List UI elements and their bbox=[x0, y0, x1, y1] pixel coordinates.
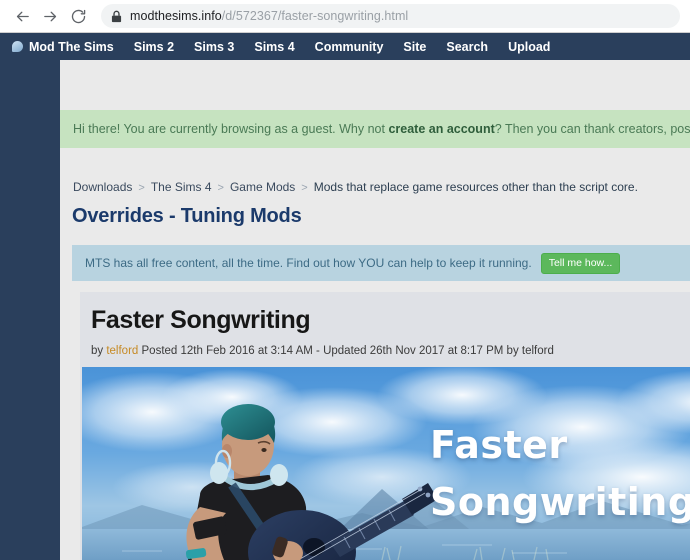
site-brand-label: Mod The Sims bbox=[29, 39, 114, 54]
back-button[interactable] bbox=[8, 2, 36, 30]
reload-button[interactable] bbox=[64, 2, 92, 30]
back-arrow-icon bbox=[14, 8, 31, 25]
nav-link-site[interactable]: Site bbox=[403, 40, 426, 54]
site-navigation-bar: Mod The Sims Sims 2 Sims 3 Sims 4 Commun… bbox=[0, 33, 690, 60]
forward-button[interactable] bbox=[36, 2, 64, 30]
donate-info-text: MTS has all free content, all the time. … bbox=[85, 256, 532, 270]
reload-icon bbox=[70, 8, 87, 25]
article-byline: by telford Posted 12th Feb 2016 at 3:14 … bbox=[91, 345, 554, 357]
breadcrumb-item-game-mods[interactable]: Game Mods bbox=[230, 180, 295, 194]
site-brand-link[interactable]: Mod The Sims bbox=[12, 40, 114, 54]
guest-notice-banner: Hi there! You are currently browsing as … bbox=[60, 110, 690, 148]
nav-link-sims-4[interactable]: Sims 4 bbox=[254, 40, 294, 54]
nav-link-upload[interactable]: Upload bbox=[508, 40, 550, 54]
breadcrumb: Downloads > The Sims 4 > Game Mods > Mods that… bbox=[60, 180, 690, 194]
plumbob-bubble-icon bbox=[12, 41, 23, 52]
byline-rest: Posted 12th Feb 2016 at 3:14 AM - Update… bbox=[138, 345, 554, 357]
create-account-link[interactable]: create an account bbox=[388, 122, 494, 136]
article-card: Faster Songwriting by telford Posted 12t… bbox=[80, 292, 690, 560]
breadcrumb-item-current: Mods that replace game resources other t… bbox=[313, 180, 638, 194]
nav-link-sims-2[interactable]: Sims 2 bbox=[134, 40, 174, 54]
guest-notice-text: Hi there! You are currently browsing as … bbox=[73, 122, 690, 136]
browser-toolbar: modthesims.info/d/572367/faster-songwrit… bbox=[0, 0, 690, 33]
page-background: Hi there! You are currently browsing as … bbox=[0, 60, 690, 560]
nav-link-search[interactable]: Search bbox=[446, 40, 488, 54]
nav-link-sims-3[interactable]: Sims 3 bbox=[194, 40, 234, 54]
page-title: Overrides - Tuning Mods bbox=[72, 205, 302, 227]
breadcrumb-separator: > bbox=[138, 182, 145, 194]
tell-me-how-button[interactable]: Tell me how... bbox=[540, 252, 621, 274]
breadcrumb-separator: > bbox=[301, 182, 308, 194]
article-banner-image: Faster Songwriting bbox=[82, 367, 690, 560]
url-path: /d/572367/faster-songwriting.html bbox=[221, 9, 409, 23]
breadcrumb-item-the-sims-4[interactable]: The Sims 4 bbox=[151, 180, 212, 194]
donate-info-bar: MTS has all free content, all the time. … bbox=[72, 245, 690, 281]
lock-icon bbox=[111, 10, 122, 23]
guest-notice-text-after: ? Then you can thank creators, post fee bbox=[494, 122, 690, 136]
author-link[interactable]: telford bbox=[106, 345, 138, 357]
forward-arrow-icon bbox=[42, 8, 59, 25]
article-title: Faster Songwriting bbox=[91, 306, 311, 334]
guest-notice-text-before: Hi there! You are currently browsing as … bbox=[73, 122, 389, 136]
byline-prefix: by bbox=[91, 345, 107, 357]
nav-link-community[interactable]: Community bbox=[315, 40, 384, 54]
url-text: modthesims.info/d/572367/faster-songwrit… bbox=[130, 9, 408, 23]
url-domain: modthesims.info bbox=[130, 9, 222, 23]
breadcrumb-separator: > bbox=[217, 182, 224, 194]
address-bar[interactable]: modthesims.info/d/572367/faster-songwrit… bbox=[101, 4, 680, 28]
banner-illustration-icon bbox=[82, 367, 690, 560]
breadcrumb-item-downloads[interactable]: Downloads bbox=[73, 180, 132, 194]
content-column: Hi there! You are currently browsing as … bbox=[60, 60, 690, 560]
